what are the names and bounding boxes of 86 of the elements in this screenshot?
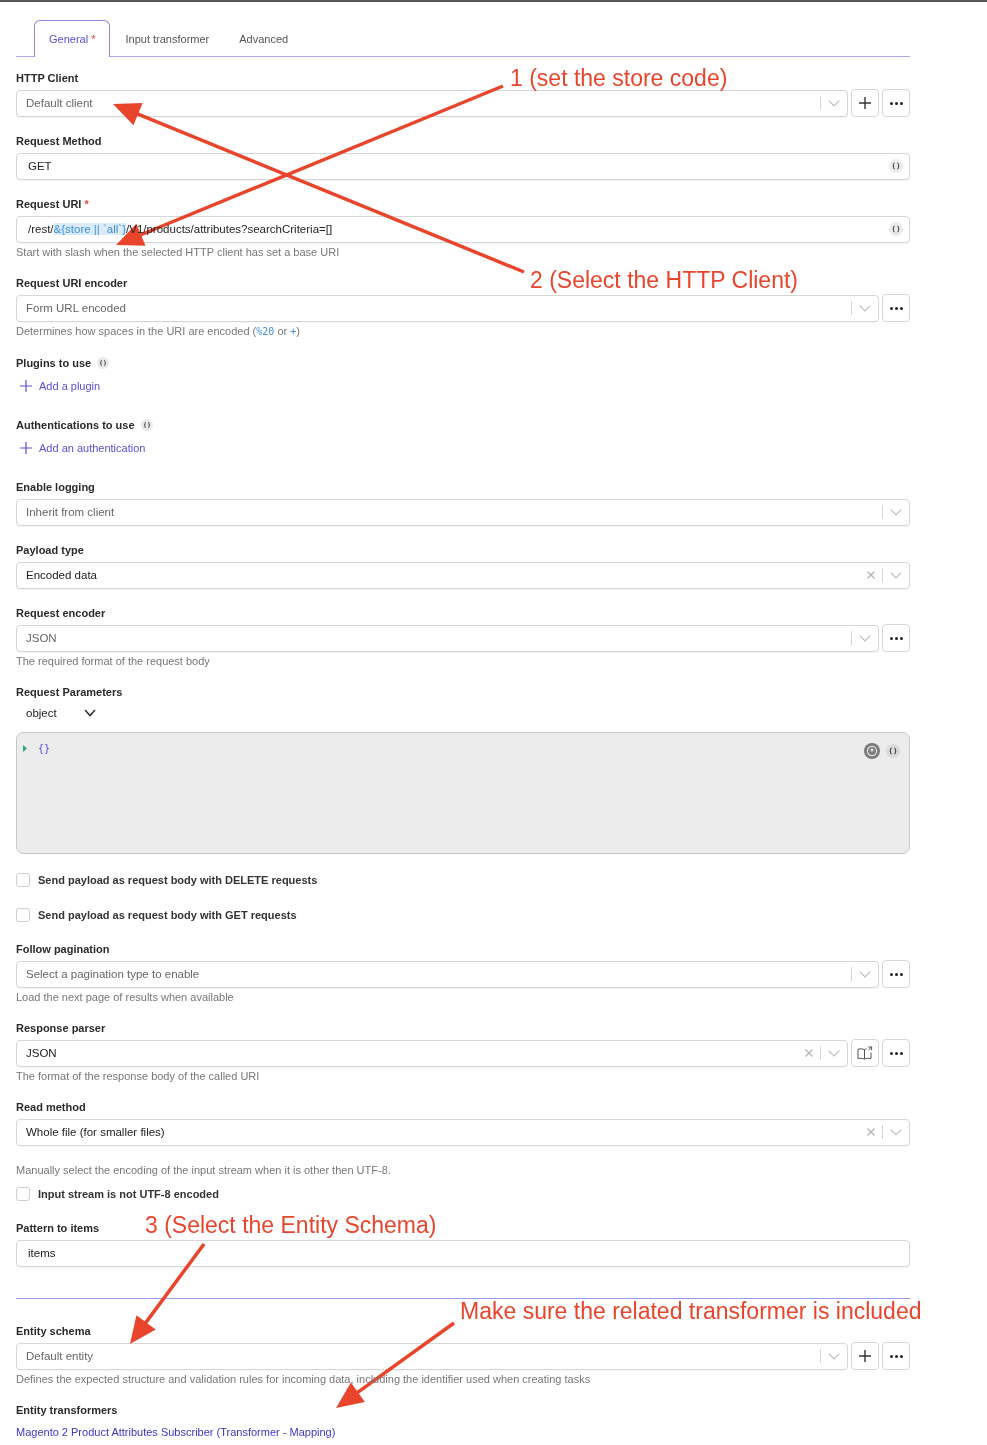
more-button[interactable] <box>882 960 910 988</box>
more-icon <box>889 101 903 105</box>
braces-icon[interactable] <box>889 159 903 173</box>
more-icon <box>889 306 903 310</box>
field-label: Request Method <box>16 134 102 148</box>
more-icon <box>889 972 903 976</box>
more-button[interactable] <box>882 624 910 652</box>
field-label: Payload type <box>16 543 84 557</box>
field-label: Authentications to use <box>16 418 135 432</box>
more-icon <box>889 1354 903 1358</box>
plus-icon <box>20 380 32 392</box>
more-button[interactable] <box>882 89 910 117</box>
field-label: Plugins to use <box>16 356 92 370</box>
help-text: Load the next page of results when available <box>16 990 235 1004</box>
chevron-down-icon <box>890 1128 902 1136</box>
add-button[interactable] <box>851 89 879 117</box>
code-text: {} <box>38 743 51 755</box>
select-field[interactable]: Form URL encoded <box>16 294 879 322</box>
select-field[interactable]: Select a pagination type to enable <box>16 960 879 988</box>
text-field[interactable]: GET <box>16 152 910 180</box>
checkbox[interactable] <box>16 873 30 887</box>
tab[interactable]: General * <box>34 20 111 57</box>
type-dropdown[interactable]: object <box>16 703 96 723</box>
field-label: Request URI * <box>16 197 89 211</box>
select-field[interactable]: Inherit from client <box>16 498 910 526</box>
help-text: The format of the response body of the called URI <box>16 1069 261 1083</box>
add-button[interactable] <box>851 1342 879 1370</box>
more-icon <box>889 1051 903 1055</box>
chevron-down-icon <box>890 508 902 516</box>
chevron-down-icon <box>859 304 871 312</box>
chevron-down-icon <box>828 99 840 107</box>
chevron-down-icon <box>890 571 902 579</box>
note-text: Manually select the encoding of the input stream when it is other then UTF-8. <box>16 1163 392 1177</box>
plus-icon <box>859 97 871 109</box>
field-label: Follow pagination <box>16 942 110 956</box>
docs-button[interactable] <box>851 1039 879 1067</box>
select-field[interactable]: Default entity <box>16 1342 848 1370</box>
select-field[interactable]: JSON <box>16 624 879 652</box>
text-field[interactable]: items <box>16 1239 910 1267</box>
more-button[interactable] <box>882 294 910 322</box>
braces-icon[interactable] <box>886 744 900 758</box>
select-field[interactable]: Encoded data <box>16 561 910 589</box>
plus-icon <box>859 1350 871 1362</box>
select-field[interactable]: JSON <box>16 1039 848 1067</box>
book-icon <box>857 1046 873 1060</box>
field-label: Response parser <box>16 1021 106 1035</box>
more-icon <box>889 636 903 640</box>
transformer-link[interactable]: Magento 2 Product Attributes Subscriber (Transformer - Mapping) <box>16 1426 336 1438</box>
help-text: The required format of the request body <box>16 654 211 668</box>
field-label: Read method <box>16 1100 86 1114</box>
annotation-text: 1 (set the store code) <box>510 65 728 91</box>
field-label: HTTP Client <box>16 71 79 85</box>
circle-icon[interactable] <box>864 743 880 759</box>
checkbox[interactable] <box>16 1187 30 1201</box>
chevron-down-icon <box>859 970 871 978</box>
help-text: Determines how spaces in the URI are encoded (%20 or +) <box>16 324 301 339</box>
field-label: Request URI encoder <box>16 276 128 290</box>
annotation-text: 3 (Select the Entity Schema) <box>145 1212 437 1238</box>
braces-icon[interactable] <box>889 222 903 236</box>
plus-icon <box>20 442 32 454</box>
field-label: Entity transformers <box>16 1403 118 1417</box>
chevron-down-icon <box>859 634 871 642</box>
chevron-down-icon <box>828 1049 840 1057</box>
add-link[interactable]: Add a plugin <box>16 379 101 393</box>
field-label: Request encoder <box>16 606 106 620</box>
chevron-down-icon <box>828 1352 840 1360</box>
annotation-text: 2 (Select the HTTP Client) <box>530 267 798 293</box>
checkbox-label: Send payload as request body with GET requests <box>38 909 297 921</box>
tab[interactable]: Input transformer <box>110 20 225 57</box>
chevron-down-icon <box>83 709 96 717</box>
select-field[interactable]: Whole file (for smaller files) <box>16 1118 910 1146</box>
tab[interactable]: Advanced <box>224 20 304 57</box>
code-editor[interactable]: {} <box>16 732 910 854</box>
field-label: Pattern to items <box>16 1221 100 1235</box>
field-label: Entity schema <box>16 1324 91 1338</box>
field-label: Enable logging <box>16 480 95 494</box>
help-text: Start with slash when the selected HTTP client has set a base URI <box>16 245 341 259</box>
checkbox-label: Input stream is not UTF-8 encoded <box>38 1188 219 1200</box>
checkbox[interactable] <box>16 908 30 922</box>
more-button[interactable] <box>882 1342 910 1370</box>
add-link[interactable]: Add an authentication <box>16 441 146 455</box>
more-button[interactable] <box>882 1039 910 1067</box>
field-label: Request Parameters <box>16 685 123 699</box>
annotation-text: Make sure the related transformer is included <box>460 1298 922 1324</box>
checkbox-label: Send payload as request body with DELETE requests <box>38 874 318 886</box>
caret-right-icon[interactable] <box>23 745 27 752</box>
